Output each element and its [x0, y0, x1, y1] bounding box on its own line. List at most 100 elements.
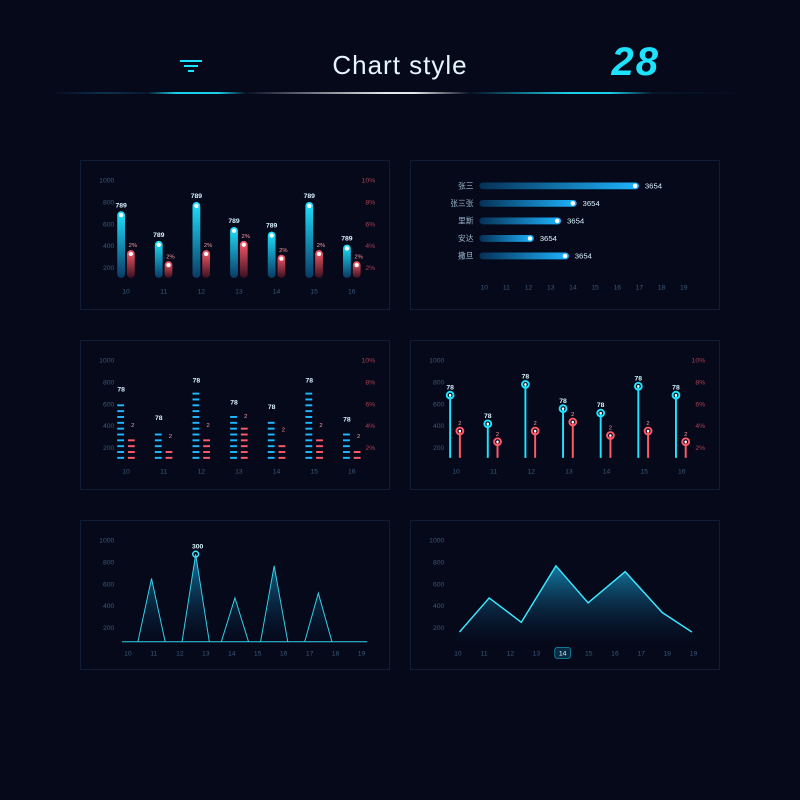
svg-text:789: 789	[266, 223, 278, 230]
svg-text:200: 200	[433, 625, 445, 632]
svg-text:15: 15	[591, 285, 599, 292]
svg-text:17: 17	[636, 285, 644, 292]
svg-text:10: 10	[124, 650, 132, 657]
svg-text:2: 2	[282, 428, 285, 434]
svg-text:2: 2	[169, 434, 172, 440]
svg-text:10: 10	[122, 468, 130, 475]
svg-text:11: 11	[160, 288, 167, 295]
svg-text:78: 78	[672, 384, 680, 391]
svg-text:2%: 2%	[241, 234, 249, 240]
svg-text:300: 300	[192, 543, 204, 550]
svg-text:12: 12	[176, 650, 184, 657]
svg-text:17: 17	[306, 650, 314, 657]
svg-text:18: 18	[332, 650, 340, 657]
svg-text:2%: 2%	[166, 254, 174, 260]
panel-slim-bars: 100080060040020010%8%6%4%2%7827827827827…	[410, 340, 720, 490]
svg-text:15: 15	[310, 468, 318, 475]
svg-text:12: 12	[197, 288, 205, 295]
svg-text:78: 78	[155, 415, 163, 422]
svg-text:800: 800	[103, 199, 115, 206]
panel-grouped-bars: 100080060040020010%8%6%4%2%7892%7892%789…	[80, 160, 390, 310]
svg-text:8%: 8%	[365, 379, 375, 386]
svg-text:14: 14	[569, 285, 577, 292]
svg-text:600: 600	[103, 581, 115, 588]
svg-text:12: 12	[506, 650, 514, 657]
svg-text:14: 14	[273, 288, 281, 295]
svg-text:3654: 3654	[575, 251, 593, 260]
svg-text:78: 78	[635, 375, 643, 382]
panel-line-area: 10008006004002001011121314151617181914	[410, 520, 720, 670]
svg-text:3654: 3654	[567, 216, 585, 225]
svg-text:200: 200	[103, 265, 115, 272]
svg-text:撒旦: 撒旦	[458, 250, 474, 260]
svg-text:400: 400	[433, 423, 445, 430]
svg-text:2%: 2%	[204, 243, 212, 249]
svg-text:10: 10	[122, 288, 130, 295]
svg-text:11: 11	[160, 468, 167, 475]
svg-text:6%: 6%	[365, 221, 375, 228]
header-divider	[50, 92, 750, 94]
svg-text:2%: 2%	[365, 445, 375, 452]
svg-text:16: 16	[611, 650, 619, 657]
svg-text:78: 78	[559, 398, 567, 405]
svg-text:78: 78	[446, 384, 454, 391]
svg-text:2%: 2%	[695, 445, 705, 452]
svg-text:2: 2	[319, 423, 322, 429]
svg-text:11: 11	[503, 285, 510, 292]
svg-text:10: 10	[480, 285, 488, 292]
header: Chart style 28	[0, 0, 800, 120]
svg-text:600: 600	[433, 401, 445, 408]
svg-text:张三: 张三	[458, 181, 474, 190]
svg-text:2%: 2%	[354, 254, 362, 260]
svg-text:400: 400	[103, 423, 115, 430]
svg-text:14: 14	[228, 650, 236, 657]
svg-text:里斯: 里斯	[458, 215, 474, 225]
panel-equalizer-bars: 100080060040020010%8%6%4%2%7827827827827…	[80, 340, 390, 490]
svg-text:789: 789	[153, 232, 165, 239]
svg-text:789: 789	[304, 193, 316, 200]
svg-text:2%: 2%	[279, 248, 287, 254]
svg-text:2: 2	[357, 434, 360, 440]
svg-text:13: 13	[235, 468, 243, 475]
svg-text:600: 600	[103, 401, 115, 408]
svg-text:13: 13	[202, 650, 210, 657]
svg-text:78: 78	[117, 386, 125, 393]
svg-text:789: 789	[341, 236, 353, 243]
svg-text:12: 12	[527, 468, 535, 475]
svg-text:4%: 4%	[365, 423, 375, 430]
svg-text:2: 2	[609, 426, 612, 432]
svg-text:78: 78	[522, 374, 530, 381]
svg-text:安达: 安达	[458, 233, 474, 243]
svg-text:19: 19	[358, 650, 366, 657]
svg-text:6%: 6%	[695, 401, 705, 408]
svg-text:800: 800	[103, 559, 115, 566]
svg-text:13: 13	[547, 285, 555, 292]
panel-spike-area: 100080060040020030010111213141516171819	[80, 520, 390, 670]
svg-text:15: 15	[640, 468, 648, 475]
svg-text:2%: 2%	[317, 243, 325, 249]
svg-text:789: 789	[228, 218, 240, 225]
svg-text:11: 11	[481, 650, 488, 657]
svg-text:10: 10	[452, 468, 460, 475]
svg-text:19: 19	[680, 285, 688, 292]
svg-text:2%: 2%	[365, 265, 375, 272]
header-number: 28	[612, 40, 661, 85]
svg-text:15: 15	[310, 288, 318, 295]
svg-text:3654: 3654	[540, 234, 558, 243]
svg-text:78: 78	[230, 400, 238, 407]
svg-text:15: 15	[585, 650, 593, 657]
svg-text:600: 600	[433, 581, 445, 588]
svg-text:16: 16	[678, 468, 686, 475]
svg-text:2: 2	[458, 421, 461, 427]
svg-text:200: 200	[103, 625, 115, 632]
svg-text:11: 11	[150, 650, 157, 657]
svg-text:10%: 10%	[362, 177, 376, 184]
svg-text:张三张: 张三张	[450, 199, 474, 208]
svg-text:16: 16	[280, 650, 288, 657]
svg-text:3654: 3654	[583, 199, 601, 208]
svg-text:1000: 1000	[99, 357, 114, 364]
svg-text:78: 78	[193, 377, 201, 384]
svg-text:16: 16	[348, 288, 356, 295]
svg-text:14: 14	[273, 468, 281, 475]
svg-text:2: 2	[496, 432, 499, 438]
